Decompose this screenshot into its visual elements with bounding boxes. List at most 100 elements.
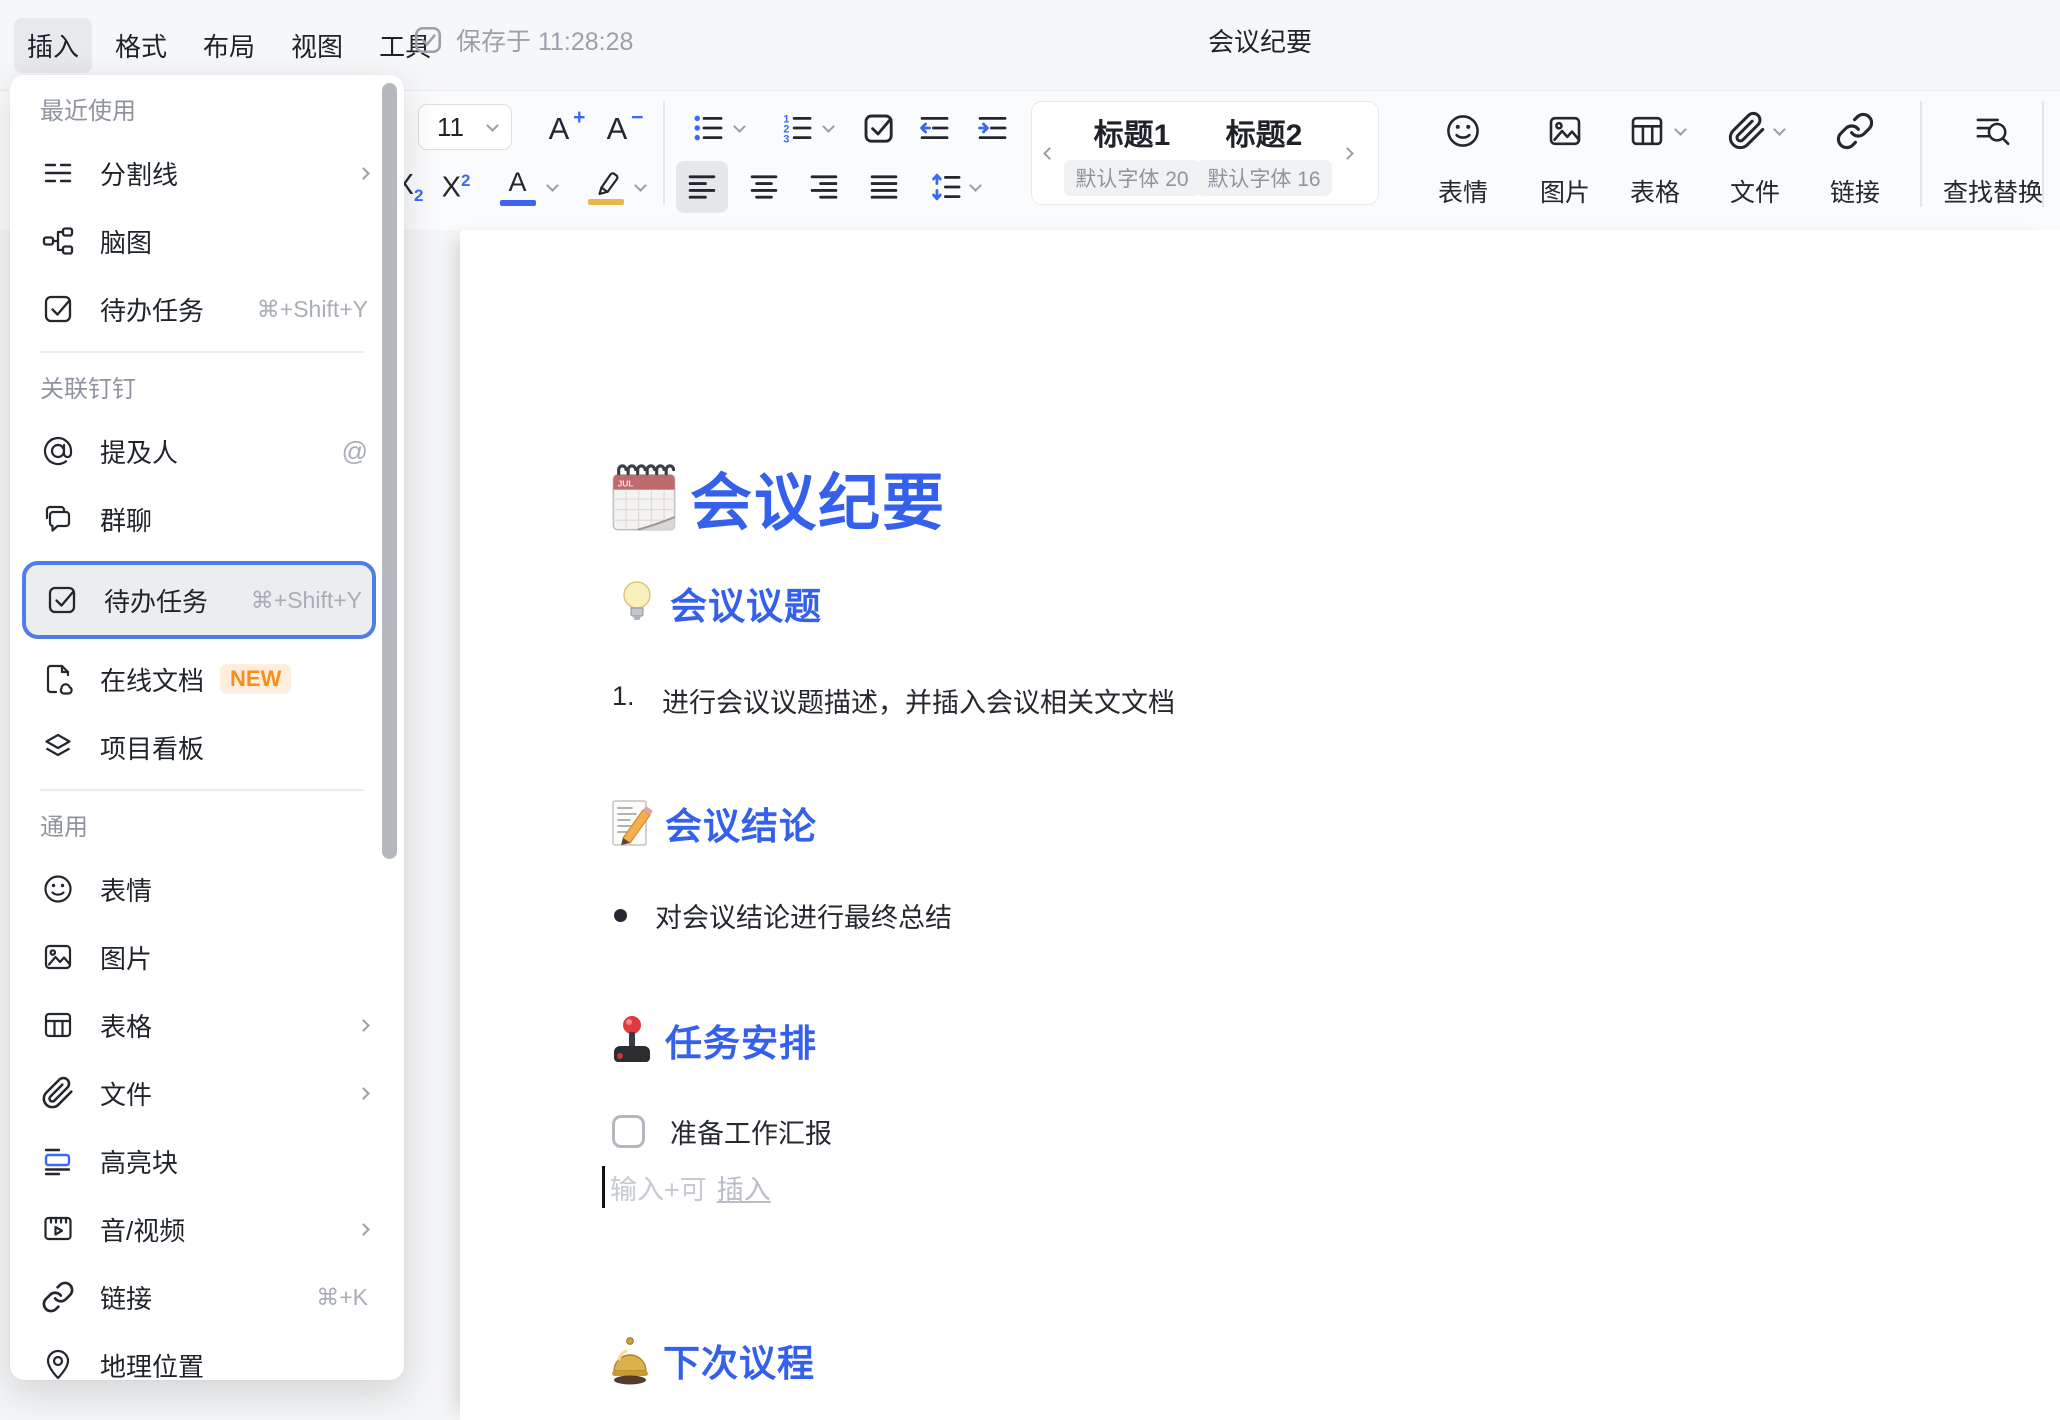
menu-item-link[interactable]: 链接 ⌘+K bbox=[32, 1271, 368, 1323]
menu-item-group-chat[interactable]: 群聊 bbox=[32, 493, 368, 545]
highlight-color-button[interactable] bbox=[580, 163, 652, 211]
chevron-right-icon bbox=[1341, 147, 1354, 160]
menu-insert[interactable]: 插入 bbox=[14, 18, 92, 73]
menu-item-highlight-block[interactable]: 高亮块 bbox=[32, 1135, 368, 1187]
numbered-list-item[interactable]: 1. 进行会议议题描述，并插入会议相关文文档 bbox=[612, 681, 1175, 720]
style-heading1[interactable]: 标题1 默认字体 20 bbox=[1066, 110, 1198, 196]
insert-table-button[interactable]: 表格 bbox=[1600, 103, 1710, 219]
online-doc-icon bbox=[40, 661, 76, 697]
menu-item-media[interactable]: 音/视频 bbox=[32, 1203, 368, 1255]
decrease-font-button[interactable]: A− bbox=[592, 107, 642, 149]
insert-file-button[interactable]: 文件 bbox=[1700, 103, 1810, 219]
menu-format[interactable]: 格式 bbox=[102, 18, 180, 73]
line-spacing-button[interactable] bbox=[918, 161, 990, 213]
todo-icon bbox=[40, 291, 76, 327]
task-list-button[interactable] bbox=[856, 107, 900, 149]
menu-item-file[interactable]: 文件 bbox=[32, 1067, 368, 1119]
section-heading-text: 下次议程 bbox=[663, 1333, 815, 1387]
shortcut-text: ⌘+Shift+Y bbox=[257, 296, 368, 323]
joystick-emoji bbox=[601, 1014, 663, 1066]
bullet-list-button[interactable] bbox=[678, 107, 756, 149]
button-label: 图片 bbox=[1540, 173, 1590, 209]
button-label: 查找替换 bbox=[1943, 173, 2043, 209]
menu-item-project-kanban[interactable]: 项目看板 bbox=[32, 721, 368, 773]
menu-item-divider-line[interactable]: 分割线 bbox=[32, 147, 368, 199]
table-icon bbox=[40, 1007, 76, 1043]
menu-item-label: 分割线 bbox=[100, 155, 178, 192]
insert-emoji-button[interactable]: 表情 bbox=[1408, 103, 1518, 219]
menu-section-title: 通用 bbox=[40, 813, 404, 843]
menu-item-label: 地理位置 bbox=[100, 1347, 204, 1381]
chevron-right-icon bbox=[357, 1223, 370, 1236]
menu-item-table[interactable]: 表格 bbox=[32, 999, 368, 1051]
menu-item-todo-task[interactable]: 待办任务 ⌘+Shift+Y bbox=[32, 283, 368, 335]
bullet-list-item[interactable]: 对会议结论进行最终总结 bbox=[614, 896, 952, 935]
table-icon bbox=[1626, 109, 1685, 153]
insert-link-button[interactable]: 链接 bbox=[1800, 103, 1910, 219]
menu-item-label: 高亮块 bbox=[100, 1143, 178, 1180]
link-icon bbox=[1835, 109, 1875, 153]
toolbar-separator bbox=[663, 101, 665, 205]
superscript-button[interactable]: X2 bbox=[432, 165, 480, 209]
outdent-button[interactable] bbox=[912, 107, 956, 149]
menu-item-label: 提及人 bbox=[100, 433, 178, 470]
shortcut-text: ⌘+Shift+Y bbox=[251, 587, 362, 614]
font-color-button[interactable]: A bbox=[496, 163, 560, 211]
menu-item-emoji[interactable]: 表情 bbox=[32, 863, 368, 915]
highlighter-icon bbox=[588, 169, 624, 205]
chevron-down-icon bbox=[733, 120, 746, 133]
menu-view[interactable]: 视图 bbox=[278, 18, 356, 73]
dropdown-scrollbar[interactable] bbox=[382, 83, 397, 859]
numbered-list-button[interactable]: 123 bbox=[770, 107, 842, 149]
mindmap-icon bbox=[40, 223, 76, 259]
todo-checkbox[interactable] bbox=[612, 1115, 645, 1148]
style-heading2[interactable]: 标题2 默认字体 16 bbox=[1198, 110, 1330, 196]
decrease-font-icon: A− bbox=[607, 113, 628, 144]
save-status-text: 保存于 11:28:28 bbox=[456, 22, 633, 58]
justify-button[interactable] bbox=[858, 161, 910, 213]
indent-button[interactable] bbox=[970, 107, 1014, 149]
editor-placeholder-line[interactable]: 输入+可 插入 bbox=[602, 1165, 771, 1209]
chevron-down-icon bbox=[546, 179, 559, 192]
document-page[interactable]: JUL 会议纪要 会议议题 1. 进行会议议题描述，并插入 bbox=[460, 230, 2060, 1420]
align-left-button[interactable] bbox=[676, 161, 728, 213]
heading-style-panel: 标题1 默认字体 20 标题2 默认字体 16 bbox=[1031, 101, 1379, 205]
menu-item-online-doc[interactable]: 在线文档 NEW bbox=[32, 653, 368, 705]
highlighted-menu-item-todo-task[interactable]: 待办任务 ⌘+Shift+Y bbox=[22, 561, 376, 639]
emoji-icon bbox=[1442, 109, 1484, 153]
font-size-select[interactable]: 11 bbox=[418, 104, 512, 150]
align-center-button[interactable] bbox=[738, 161, 790, 213]
highlight-block-icon bbox=[40, 1143, 76, 1179]
image-icon bbox=[40, 939, 76, 975]
menu-layout[interactable]: 布局 bbox=[190, 18, 268, 73]
toolbar-separator bbox=[1920, 101, 1922, 207]
increase-font-button[interactable]: A+ bbox=[534, 107, 584, 149]
memo-emoji bbox=[601, 798, 663, 848]
bullet-dot bbox=[614, 909, 627, 922]
kanban-icon bbox=[40, 729, 76, 765]
new-badge: NEW bbox=[220, 664, 291, 694]
menu-item-image[interactable]: 图片 bbox=[32, 931, 368, 983]
chevron-down-icon bbox=[486, 119, 499, 132]
menu-item-mention[interactable]: 提及人 @ bbox=[32, 425, 368, 477]
menu-item-mindmap[interactable]: 脑图 bbox=[32, 215, 368, 267]
styles-next-button[interactable] bbox=[1330, 149, 1364, 158]
todo-list-item[interactable]: 准备工作汇报 bbox=[612, 1112, 832, 1151]
partial-toolbar-button[interactable]: 添 bbox=[2046, 103, 2060, 219]
insert-dropdown-menu: 最近使用 分割线 脑图 待办任务 ⌘+Shift+Y 关联钉钉 提及人 @ 群聊 bbox=[10, 75, 404, 1380]
chevron-down-icon bbox=[822, 120, 835, 133]
style-meta: 默认字体 20 bbox=[1064, 160, 1199, 196]
menu-item-location[interactable]: 地理位置 bbox=[32, 1339, 368, 1380]
chevron-down-icon bbox=[634, 179, 647, 192]
styles-prev-button[interactable] bbox=[1032, 149, 1066, 158]
saved-check-icon bbox=[412, 24, 444, 56]
placeholder-insert-link[interactable]: 插入 bbox=[717, 1168, 771, 1207]
section-heading-text: 会议议题 bbox=[670, 576, 822, 630]
align-right-button[interactable] bbox=[798, 161, 850, 213]
menu-item-label: 图片 bbox=[100, 939, 152, 976]
superscript-icon: X2 bbox=[442, 172, 471, 203]
find-replace-button[interactable]: 查找替换 bbox=[1928, 103, 2058, 219]
menu-item-label: 项目看板 bbox=[100, 729, 204, 766]
media-icon bbox=[40, 1211, 76, 1247]
button-label: 表情 bbox=[1438, 173, 1488, 209]
